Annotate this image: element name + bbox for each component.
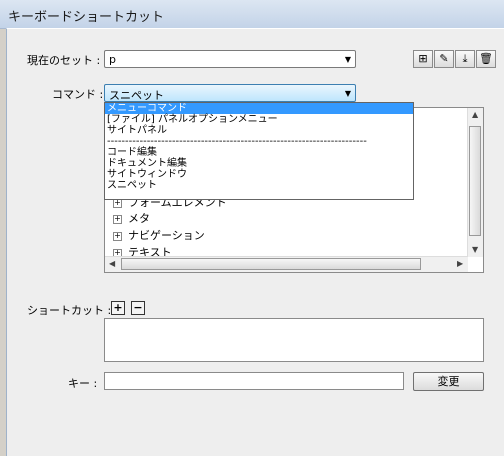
horizontal-scrollbar[interactable]: ◀ ▶ [105, 256, 468, 272]
command-select[interactable]: スニペット ▼ [104, 84, 356, 102]
scroll-up-icon[interactable]: ▲ [472, 110, 478, 119]
command-dropdown-list[interactable]: メニューコマンド [ファイル] パネルオプションメニュー サイトパネル ----… [104, 102, 414, 200]
remove-shortcut-button[interactable]: − [131, 301, 145, 315]
export-set-button[interactable]: ⤓ [455, 50, 475, 68]
shortcut-list[interactable] [104, 318, 484, 362]
window-title: キーボードショートカット [8, 10, 165, 25]
current-set-value: p [109, 53, 116, 66]
current-set-label: 現在のセット : [27, 54, 101, 67]
vertical-scrollbar[interactable]: ▲ ▼ [467, 108, 483, 257]
key-label: キー : [68, 377, 98, 390]
dropdown-option[interactable]: ドキュメント編集 [105, 158, 413, 169]
rename-set-button[interactable]: ✎ [434, 50, 454, 68]
dropdown-separator: ----------------------------------------… [107, 136, 367, 147]
tree-item[interactable]: + ナビゲーション [113, 227, 205, 243]
dropdown-option[interactable]: サイトウィンドウ [105, 169, 413, 180]
delete-set-button[interactable]: 🗑 [476, 50, 496, 68]
key-input[interactable] [104, 372, 404, 390]
dropdown-option[interactable]: [ファイル] パネルオプションメニュー [105, 114, 413, 125]
dropdown-option[interactable]: メニューコマンド [105, 103, 413, 114]
horizontal-scroll-thumb[interactable] [121, 258, 421, 270]
add-shortcut-button[interactable]: + [111, 301, 125, 315]
vertical-scroll-thumb[interactable] [469, 126, 481, 236]
expand-icon[interactable]: + [113, 231, 122, 241]
chevron-down-icon: ▼ [344, 89, 351, 98]
command-value: スニペット [109, 89, 164, 102]
shortcut-label: ショートカット : [27, 304, 112, 317]
title-bar: キーボードショートカット [0, 0, 504, 29]
change-button[interactable]: 変更 [413, 372, 484, 391]
command-label: コマンド : [52, 88, 104, 101]
scroll-down-icon[interactable]: ▼ [472, 245, 478, 254]
dropdown-option[interactable]: コード編集 [105, 147, 413, 158]
dropdown-option[interactable]: サイトパネル [105, 125, 413, 136]
scroll-right-icon[interactable]: ▶ [457, 259, 463, 268]
duplicate-set-button[interactable]: ⊞ [413, 50, 433, 68]
expand-icon[interactable]: + [113, 214, 122, 224]
scroll-left-icon[interactable]: ◀ [109, 259, 115, 268]
chevron-down-icon: ▼ [344, 55, 351, 64]
dropdown-option[interactable]: スニペット [105, 180, 413, 191]
tree-item[interactable]: + メタ [113, 210, 150, 226]
current-set-select[interactable]: p ▼ [104, 50, 356, 68]
